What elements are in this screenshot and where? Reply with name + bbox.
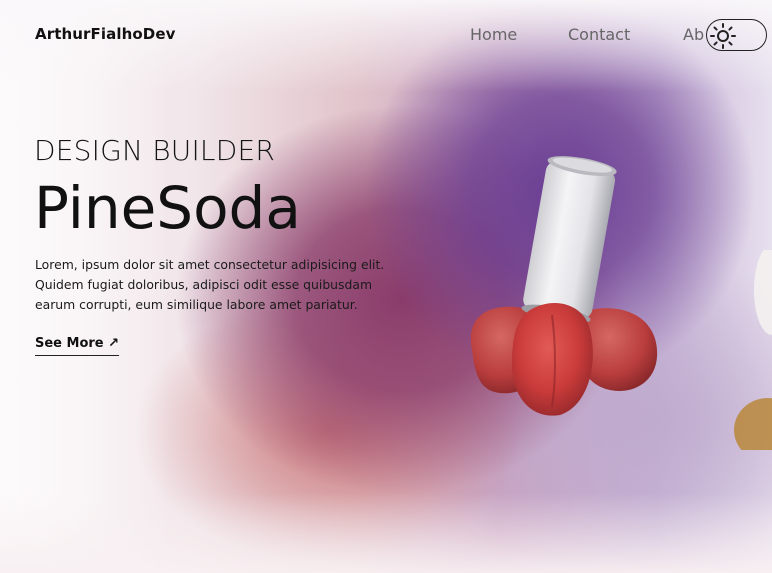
nav-link-about[interactable]: Ab [683, 25, 704, 44]
nav-link-home[interactable]: Home [470, 25, 517, 44]
hero-title: PineSoda [34, 174, 301, 242]
see-more-link[interactable]: See More ↗ [35, 336, 120, 356]
hero-subtitle: DESIGN BUILDER [34, 134, 276, 167]
side-product-image [734, 250, 772, 450]
theme-toggle[interactable] [706, 19, 767, 51]
soda-can-on-fruit-image [470, 156, 658, 416]
nav-link-contact[interactable]: Contact [568, 25, 630, 44]
arrow-up-right-icon: ↗ [108, 336, 120, 351]
site-logo[interactable]: ArthurFialhoDev [35, 25, 175, 43]
hero-description: Lorem, ipsum dolor sit amet consectetur … [35, 257, 385, 312]
see-more-label: See More [35, 336, 104, 351]
sun-icon [710, 23, 736, 49]
